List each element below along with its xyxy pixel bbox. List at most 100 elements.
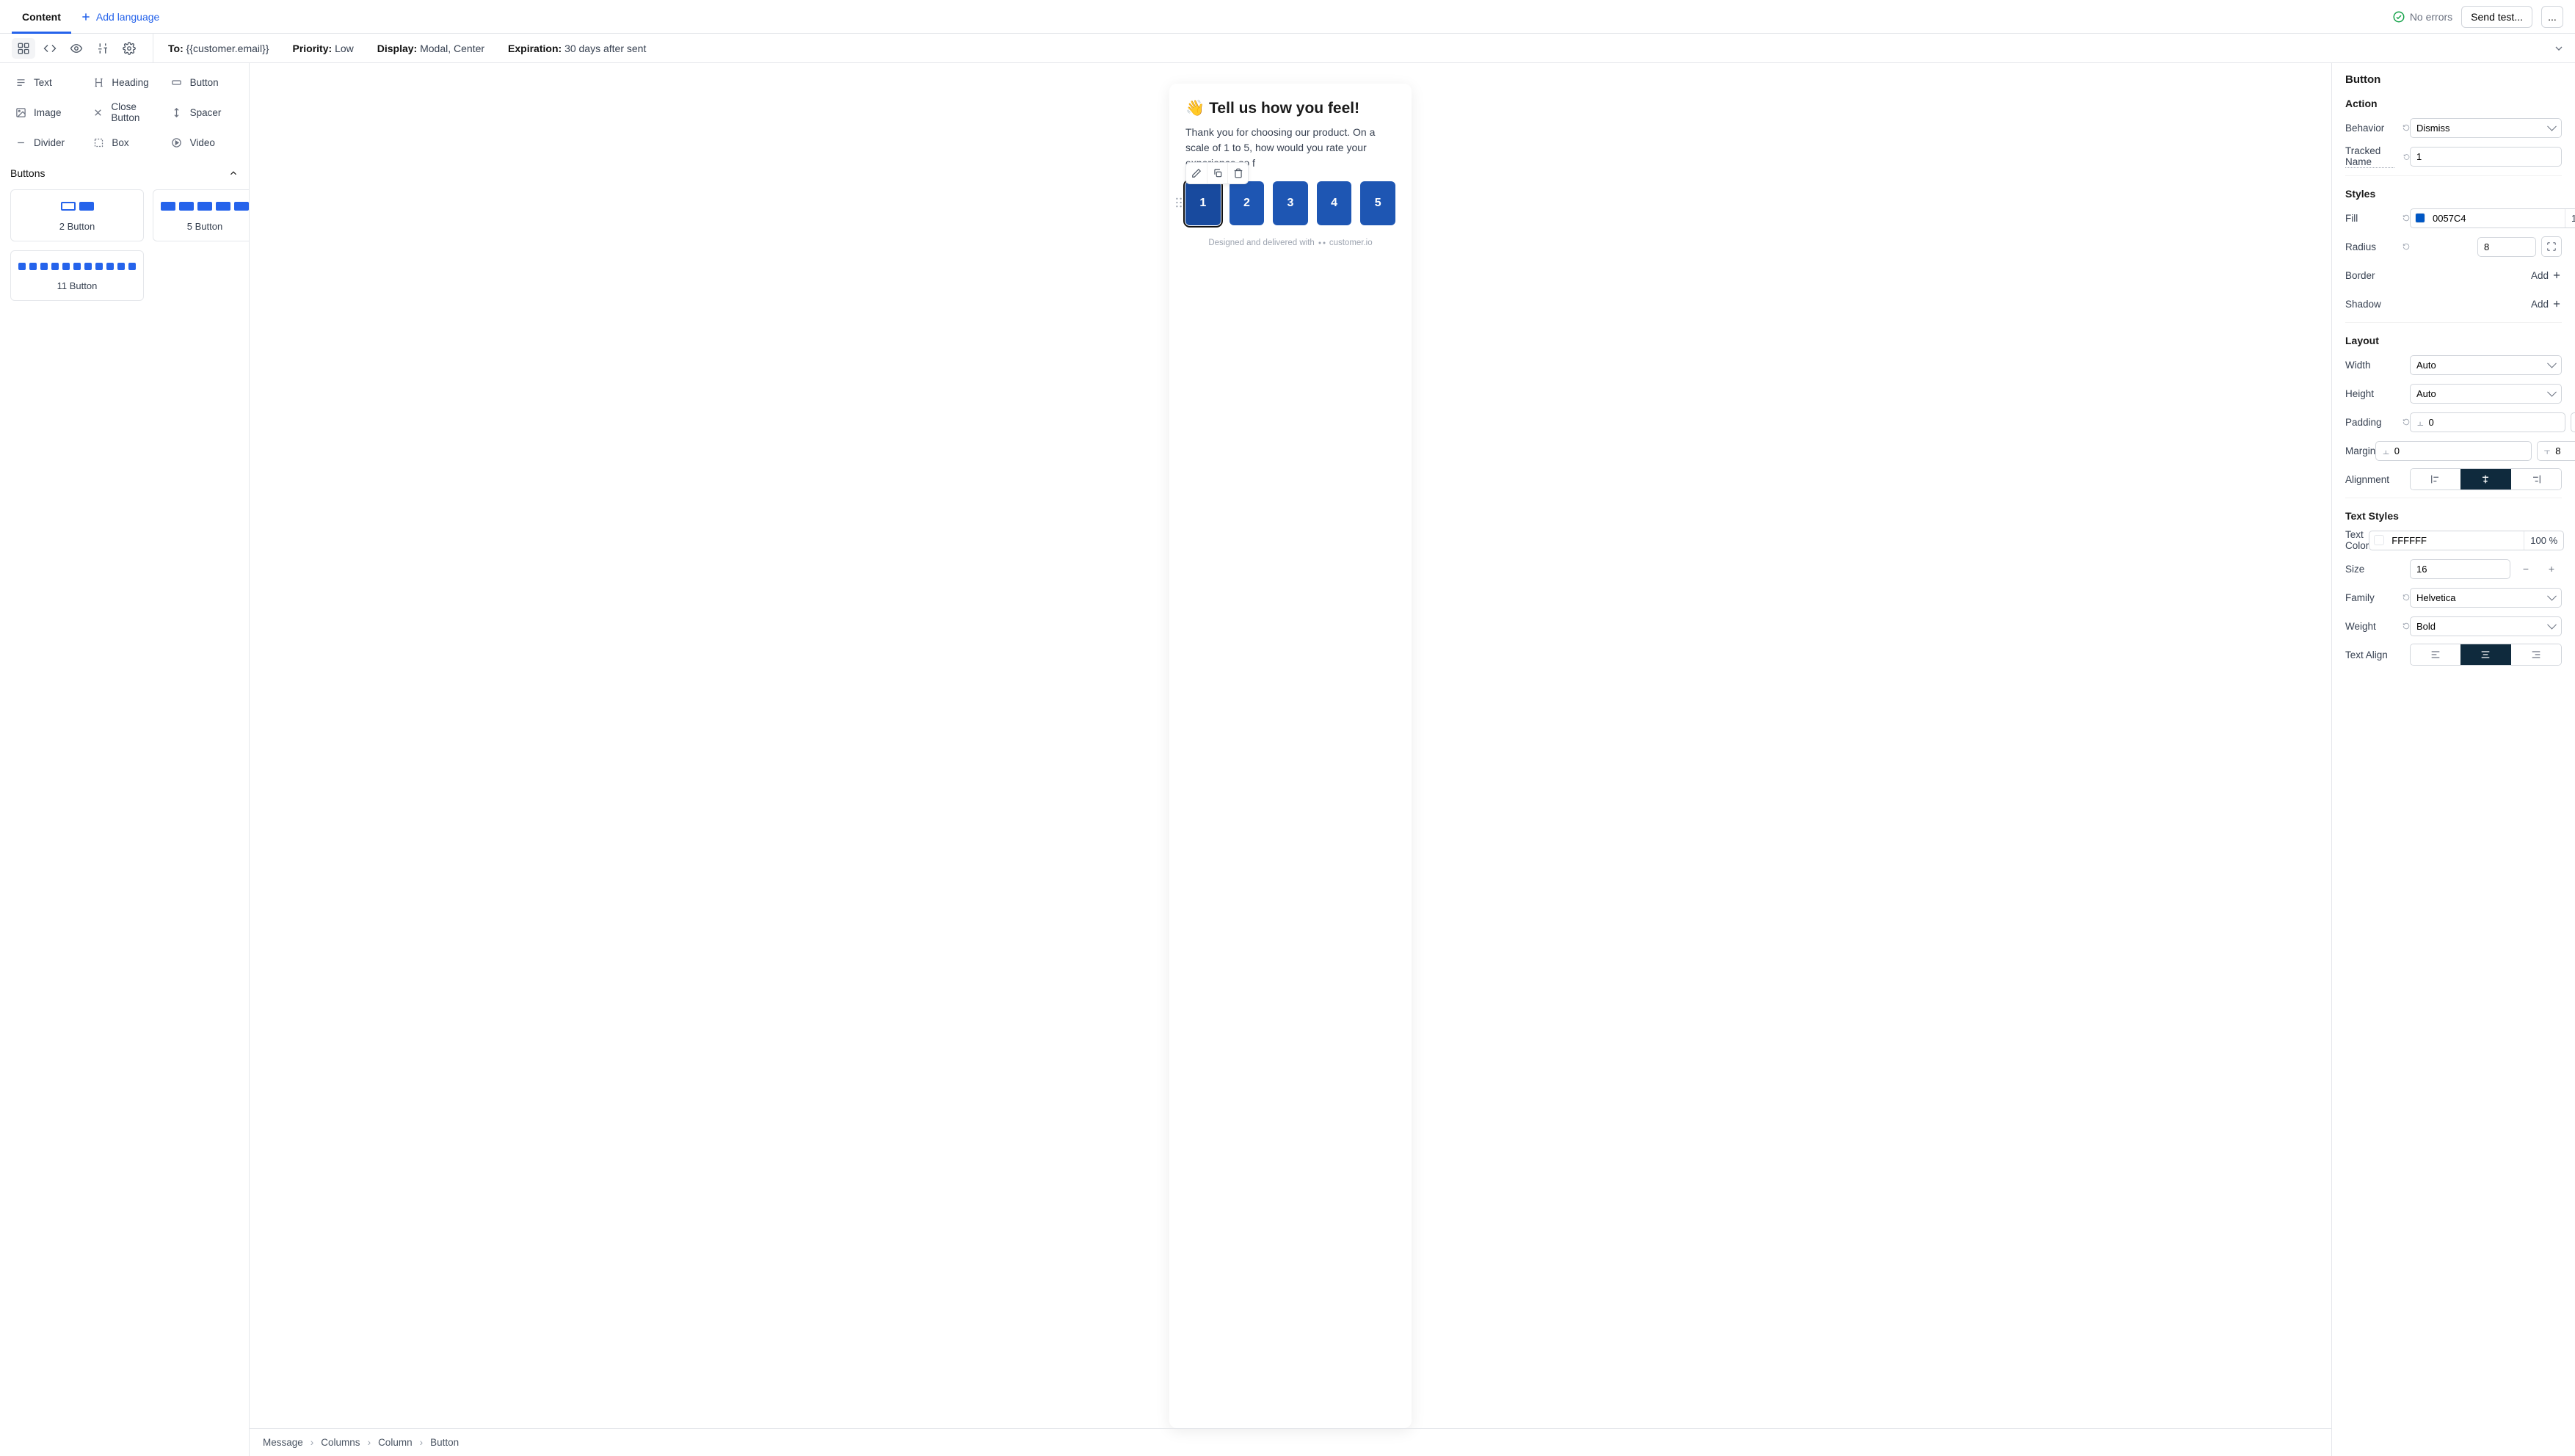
rating-button-1[interactable]: 1 [1185,181,1221,225]
align-left-button[interactable] [2411,469,2460,489]
text-icon [15,76,26,88]
elements-panel: Text Heading Button Image Close Button S… [0,63,250,1456]
button-template-11[interactable]: 11 Button [10,250,144,301]
modal-title[interactable]: 👋 Tell us how you feel! [1185,100,1395,117]
breadcrumb-item[interactable]: Button [430,1437,459,1448]
settings-button[interactable] [117,38,141,59]
button-template-2[interactable]: 2 Button [10,189,144,241]
size-plus-button[interactable]: + [2541,558,2562,579]
radius-input[interactable] [2477,237,2536,257]
fill-color-input[interactable]: 100 % [2410,208,2575,228]
no-errors-status: No errors [2392,10,2452,23]
plus-icon [2552,299,2562,309]
element-heading[interactable]: Heading [88,70,160,94]
modal-preview[interactable]: 👋 Tell us how you feel! Thank you for ch… [1169,84,1412,1428]
height-label: Height [2345,388,2410,399]
padding-h-input[interactable]: ⫠ [2410,412,2565,432]
styles-button[interactable] [91,38,115,59]
add-border-button[interactable]: Add [2531,270,2562,281]
fill-label: Fill [2345,213,2400,224]
text-align-label: Text Align [2345,649,2410,660]
reset-icon[interactable] [2403,153,2410,161]
border-label: Border [2345,270,2410,281]
margin-h-input[interactable]: ⫠ [2375,441,2531,461]
text-align-left-button[interactable] [2411,644,2460,665]
padding-label: Padding [2345,417,2400,428]
layout-view-button[interactable] [12,38,35,59]
toolbar: To: {{customer.email}} Priority: Low Dis… [0,34,2575,63]
align-right-button[interactable] [2511,469,2561,489]
family-select[interactable]: Helvetica [2410,588,2562,608]
text-color-swatch[interactable] [2374,535,2384,545]
text-align-center-button[interactable] [2460,644,2510,665]
shadow-label: Shadow [2345,299,2410,310]
height-select[interactable]: Auto [2410,384,2562,404]
video-icon [171,136,183,148]
canvas[interactable]: 👋 Tell us how you feel! Thank you for ch… [250,63,2331,1428]
radius-expand-button[interactable] [2541,236,2562,257]
reset-icon[interactable] [2403,123,2410,132]
plus-icon [2552,270,2562,280]
reset-icon[interactable] [2403,622,2410,630]
rating-button-5[interactable]: 5 [1360,181,1395,225]
rating-button-3[interactable]: 3 [1273,181,1308,225]
add-language-button[interactable]: Add language [71,11,168,23]
button-template-5[interactable]: 5 Button [153,189,250,241]
tracked-name-input[interactable] [2410,147,2562,167]
element-box[interactable]: Box [88,131,160,154]
size-minus-button[interactable]: − [2516,558,2536,579]
preview-button[interactable] [65,38,88,59]
check-circle-icon [2392,10,2405,23]
element-image[interactable]: Image [10,95,82,129]
padding-v-input[interactable]: ⫟ [2571,412,2575,432]
reset-icon[interactable] [2403,214,2410,222]
drag-handle-icon[interactable] [1175,197,1183,208]
code-view-button[interactable] [38,38,62,59]
text-color-input[interactable]: 100 % [2369,531,2564,550]
breadcrumb-item[interactable]: Columns [321,1437,360,1448]
box-icon [92,136,104,148]
meta-display: Display: Modal, Center [377,43,484,54]
meta-priority: Priority: Low [292,43,353,54]
delete-button[interactable] [1227,163,1248,183]
size-label: Size [2345,564,2410,575]
add-shadow-button[interactable]: Add [2531,299,2562,310]
rating-button-4[interactable]: 4 [1317,181,1352,225]
breadcrumb: Message› Columns› Column› Button [250,1428,2331,1456]
expand-toolbar-button[interactable] [2550,40,2568,57]
action-heading: Action [2345,98,2562,109]
buttons-section-header[interactable]: Buttons [10,163,239,183]
behavior-select[interactable]: Dismiss [2410,118,2562,138]
layout-heading: Layout [2345,335,2562,346]
width-select[interactable]: Auto [2410,355,2562,375]
element-button[interactable]: Button [167,70,239,94]
duplicate-button[interactable] [1207,163,1227,183]
margin-v-input[interactable]: ⫟ [2537,441,2575,461]
breadcrumb-item[interactable]: Message [263,1437,303,1448]
text-align-right-button[interactable] [2511,644,2561,665]
reset-icon[interactable] [2403,418,2410,426]
element-close-button[interactable]: Close Button [88,95,160,129]
more-actions-button[interactable]: ... [2541,6,2563,28]
tab-content[interactable]: Content [12,0,71,34]
spacer-icon [171,106,183,118]
margin-label: Margin [2345,445,2375,456]
send-test-button[interactable]: Send test... [2461,6,2532,28]
element-divider[interactable]: Divider [10,131,82,154]
fill-swatch[interactable] [2415,213,2425,223]
close-icon [92,106,103,118]
edit-button[interactable] [1186,163,1207,183]
rating-button-2[interactable]: 2 [1230,181,1265,225]
weight-select[interactable]: Bold [2410,616,2562,636]
reset-icon[interactable] [2403,242,2410,251]
element-text[interactable]: Text [10,70,82,94]
element-video[interactable]: Video [167,131,239,154]
reset-icon[interactable] [2403,593,2410,602]
align-center-button[interactable] [2460,469,2510,489]
breadcrumb-item[interactable]: Column [378,1437,413,1448]
size-input[interactable] [2410,559,2510,579]
alignment-segment [2410,468,2562,490]
button-icon [171,76,183,88]
no-errors-label: No errors [2410,11,2452,23]
element-spacer[interactable]: Spacer [167,95,239,129]
